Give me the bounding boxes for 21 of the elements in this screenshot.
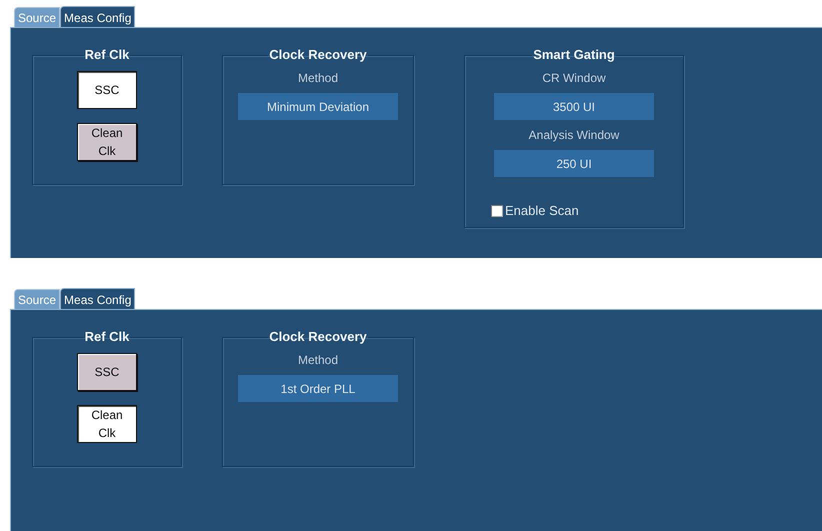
- toggle-button[interactable]: Clean Clk: [77, 405, 137, 443]
- field-label: Method: [298, 352, 338, 369]
- group-title: Ref Clk: [84, 329, 130, 345]
- field-label: Analysis Window: [528, 127, 620, 144]
- group-title: Ref Clk: [84, 47, 130, 63]
- checkbox[interactable]: [491, 204, 503, 217]
- toggle-button[interactable]: SSC: [77, 71, 137, 109]
- field-label: CR Window: [542, 70, 606, 87]
- tab[interactable]: Meas Config: [60, 6, 136, 28]
- group-title: Clock Recovery: [268, 47, 368, 63]
- group-title: Clock Recovery: [268, 329, 368, 345]
- group-title: Smart Gating: [532, 47, 616, 63]
- value-field[interactable]: 3500 UI: [494, 93, 654, 120]
- value-field[interactable]: Minimum Deviation: [238, 93, 398, 120]
- field-label: Method: [298, 70, 338, 87]
- value-field[interactable]: 1st Order PLL: [238, 375, 398, 402]
- tab[interactable]: Meas Config: [60, 288, 136, 310]
- checkbox-label: Enable Scan: [505, 202, 579, 220]
- toggle-button[interactable]: SSC: [77, 353, 137, 391]
- toggle-button[interactable]: Clean Clk: [77, 123, 137, 161]
- value-field[interactable]: 250 UI: [494, 150, 654, 177]
